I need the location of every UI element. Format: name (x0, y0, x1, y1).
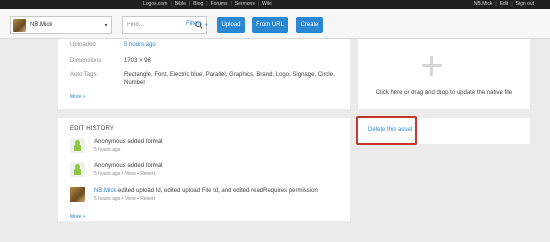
sign-out-link[interactable]: Sign out (516, 1, 534, 8)
highlight-box (356, 116, 417, 145)
history-time: 5 hours ago (94, 147, 121, 153)
history-actor: Anonymous (94, 139, 126, 145)
toolbar: NB.Mick ▾ Filters ▼ Upload From URL Crea… (0, 9, 550, 39)
upload-button[interactable]: Upload (217, 17, 245, 33)
autotags-label: Auto Tags (70, 72, 97, 78)
site-link-wiki[interactable]: Wiki (262, 1, 271, 8)
site-links: Logos.com | Bible | Blog | Forums | Sermons |… (143, 1, 272, 8)
site-link-logos[interactable]: Logos.com (143, 1, 167, 8)
site-link-sermons[interactable]: Sermons (235, 1, 255, 8)
history-item: Anonymous added format 5 hours ago • Vie… (70, 162, 163, 178)
history-time: 5 hours ago (94, 196, 121, 202)
filters-label: Filters (186, 21, 203, 27)
top-nav-bar: Logos.com | Bible | Blog | Forums | Sermons |… (0, 0, 550, 9)
uploaded-value[interactable]: 5 hours ago (124, 41, 339, 49)
site-link-blog[interactable]: Blog (193, 1, 203, 8)
dropzone-text: Click here or drag and drop to update th… (375, 90, 513, 96)
history-time: 5 hours ago (94, 171, 121, 177)
project-avatar (13, 18, 26, 32)
native-file-dropzone[interactable]: Click here or drag and drop to update th… (358, 39, 530, 109)
uploaded-row: Uploaded 5 hours ago (70, 41, 339, 49)
dimensions-row: Dimensions 1703 × 96 (70, 57, 339, 65)
user-links: NB.Mick | Edit | Sign out (473, 1, 534, 8)
filters-dropdown[interactable]: Filters ▼ (186, 21, 208, 27)
caret-down-icon: ▼ (204, 21, 209, 27)
dimensions-value: 1703 × 96 (124, 58, 151, 64)
site-link-bible[interactable]: Bible (175, 1, 186, 8)
chevron-down-icon: ▾ (104, 22, 108, 29)
more-details-link[interactable]: More » (70, 94, 86, 100)
anonymous-avatar-icon (70, 162, 85, 177)
dimensions-label: Dimensions (70, 58, 102, 64)
search-input[interactable] (127, 22, 193, 28)
edit-link[interactable]: Edit (500, 1, 509, 8)
history-view-revert-links[interactable]: • View • Revert (120, 171, 155, 177)
user-name-link[interactable]: NB.Mick (474, 1, 493, 8)
from-url-button[interactable]: From URL (252, 17, 288, 33)
plus-icon-vertical (430, 56, 433, 76)
create-button[interactable]: Create (296, 17, 323, 33)
site-link-forums[interactable]: Forums (211, 1, 228, 8)
autotags-value: Rectangle, Font, Electric blue, Parallel… (124, 72, 335, 86)
history-action: added format (125, 139, 163, 145)
project-name: NB.Mick (30, 22, 53, 28)
anonymous-avatar-icon (70, 138, 85, 153)
history-item: Anonymous added format 5 hours ago (70, 138, 163, 154)
uploaded-label: Uploaded (70, 42, 96, 48)
project-select[interactable]: NB.Mick ▾ (10, 16, 112, 34)
asset-details-panel: Uploaded 5 hours ago Dimensions 1703 × 9… (58, 39, 350, 109)
history-action: added format (125, 163, 163, 169)
edit-history-title: EDIT HISTORY (70, 126, 115, 132)
history-item: NB.Mick edited upload Id, edited upload … (70, 187, 318, 203)
user-avatar (70, 187, 85, 202)
more-history-link[interactable]: More » (70, 214, 86, 220)
autotags-row: Auto Tags Rectangle, Font, Electric blue… (70, 71, 339, 87)
history-actor: Anonymous (94, 163, 126, 169)
edit-history-panel: EDIT HISTORY Anonymous added format 5 ho… (58, 118, 350, 221)
history-view-revert-links[interactable]: • View • Revert (120, 196, 155, 202)
history-action: edited upload Id, edited upload File Id,… (116, 188, 318, 194)
history-actor-link[interactable]: NB.Mick (94, 188, 116, 194)
